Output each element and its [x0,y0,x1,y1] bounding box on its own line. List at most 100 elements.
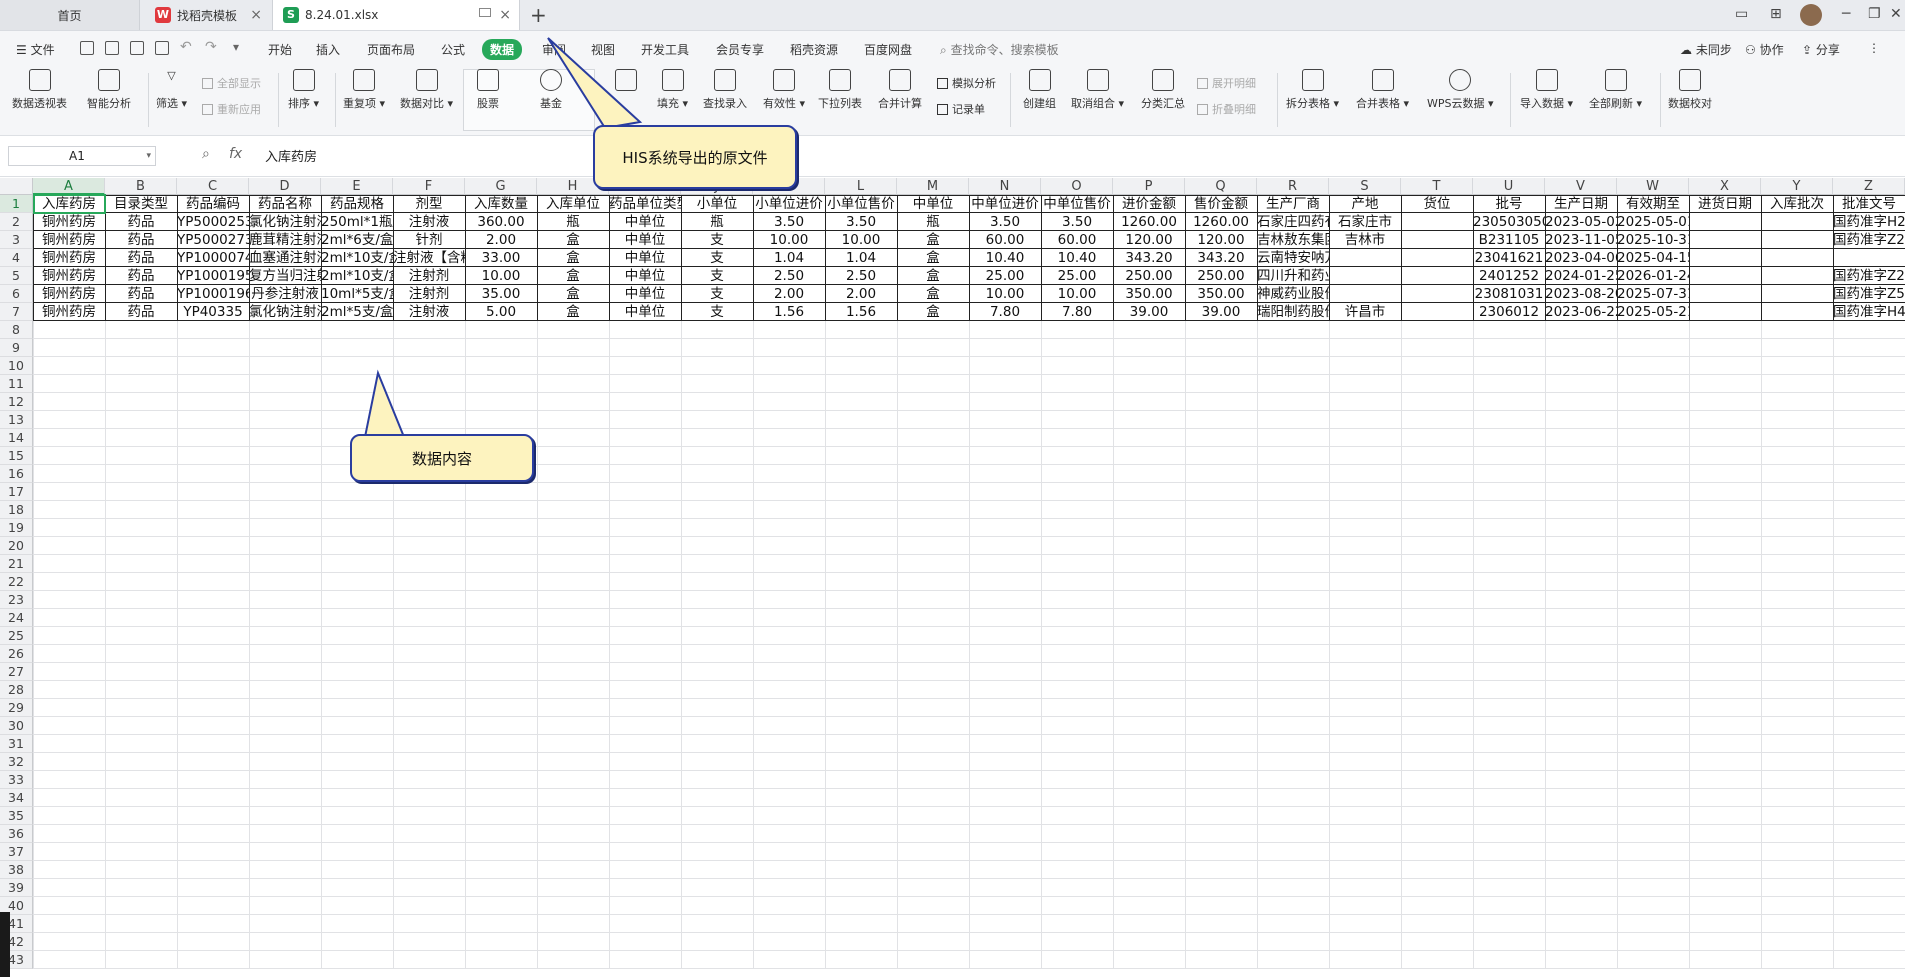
table-cell[interactable]: 2024-01-25 [1545,267,1617,285]
row-header-1[interactable]: 1 [0,195,33,213]
table-cell[interactable]: 2.50 [753,267,825,285]
name-box[interactable]: A1 [8,146,156,166]
row-header-12[interactable]: 12 [0,393,33,411]
table-cell[interactable]: 中单位 [609,267,681,285]
table-cell[interactable]: 四川升和药业股份有限公司 [1257,267,1329,285]
row-header-32[interactable]: 32 [0,753,33,771]
table-cell[interactable] [1689,303,1761,321]
table-header-cell[interactable]: 药品编码 [177,195,249,213]
wps-cloud-button[interactable]: WPS云数据 ▾ [1427,69,1494,111]
table-cell[interactable]: 瓶 [537,213,609,231]
split-table-button[interactable]: 拆分表格 ▾ [1286,69,1339,111]
table-cell[interactable]: 3.50 [753,213,825,231]
table-cell[interactable] [1329,285,1401,303]
minimize-icon[interactable]: ─ [1842,6,1850,22]
save-icon[interactable] [80,41,94,55]
table-cell[interactable]: 盒 [537,231,609,249]
row-header-33[interactable]: 33 [0,771,33,789]
table-cell[interactable] [1761,267,1833,285]
table-cell[interactable]: 10.00 [825,231,897,249]
table-cell[interactable]: 支 [681,303,753,321]
column-header-q[interactable]: Q [1185,178,1257,195]
row-header-31[interactable]: 31 [0,735,33,753]
row-header-5[interactable]: 5 [0,267,33,285]
row-header-26[interactable]: 26 [0,645,33,663]
column-header-n[interactable]: N [969,178,1041,195]
table-cell[interactable]: 7.80 [969,303,1041,321]
table-header-cell[interactable]: 目录类型 [105,195,177,213]
table-cell[interactable]: 343.20 [1113,249,1185,267]
table-header-cell[interactable]: 有效期至 [1617,195,1689,213]
table-cell[interactable]: 药品 [105,303,177,321]
table-cell[interactable]: 云南特安呐万荣药业有限公司 [1257,249,1329,267]
row-header-6[interactable]: 6 [0,285,33,303]
dropdown-list-button[interactable]: 下拉列表 [818,69,862,111]
table-cell[interactable]: 药品 [105,249,177,267]
export-icon[interactable] [105,41,119,55]
table-cell[interactable] [1761,231,1833,249]
menu-baidu[interactable]: 百度网盘 [864,41,912,58]
table-cell[interactable]: 瓶 [681,213,753,231]
row-header-36[interactable]: 36 [0,825,33,843]
duplicates-button[interactable]: 重复项 ▾ [343,69,385,111]
table-cell[interactable]: 23081031 [1473,285,1545,303]
table-header-cell[interactable]: 货位 [1401,195,1473,213]
table-cell[interactable]: 国药准字H4102 [1833,303,1905,321]
menu-review[interactable]: 审阅 [542,41,566,58]
row-header-10[interactable]: 10 [0,357,33,375]
table-cell[interactable]: 2023-04-06 [1545,249,1617,267]
grid-icon[interactable]: ⊞ [1770,6,1782,22]
table-cell[interactable]: 2026-01-24 [1617,267,1689,285]
table-cell[interactable]: 23041621 [1473,249,1545,267]
table-cell[interactable]: 1.04 [825,249,897,267]
column-header-d[interactable]: D [249,178,321,195]
column-header-e[interactable]: E [321,178,393,195]
table-cell[interactable]: 10.00 [465,267,537,285]
table-cell[interactable] [1761,213,1833,231]
create-group-button[interactable]: 创建组 [1023,69,1056,111]
table-cell[interactable]: 350.00 [1113,285,1185,303]
tab-home[interactable]: 首页 [0,0,140,30]
collab-button[interactable]: ⚇ 协作 [1745,41,1784,58]
menu-developer[interactable]: 开发工具 [641,41,689,58]
table-cell[interactable]: 盒 [897,267,969,285]
table-cell[interactable] [1761,249,1833,267]
table-cell[interactable]: 2023-08-20 [1545,285,1617,303]
table-cell[interactable]: 中单位 [609,303,681,321]
table-cell[interactable]: 25.00 [969,267,1041,285]
row-header-11[interactable]: 11 [0,375,33,393]
table-cell[interactable]: 25.00 [1041,267,1113,285]
tab-template[interactable]: W 找稻壳模板 × [145,0,270,30]
table-cell[interactable]: 2ml*5支/盒*60 [321,303,393,321]
table-cell[interactable]: 吉林市 [1329,231,1401,249]
row-header-14[interactable]: 14 [0,429,33,447]
column-header-w[interactable]: W [1617,178,1689,195]
merge-table-button[interactable]: 合并表格 ▾ [1356,69,1409,111]
reapply-button[interactable]: 重新应用 [202,101,261,117]
formula-input[interactable]: 入库药房 [265,146,317,165]
table-cell[interactable]: 注射液 [393,303,465,321]
avatar[interactable] [1800,4,1822,26]
table-cell[interactable]: 1260.00 [1185,213,1257,231]
table-cell[interactable]: 10.40 [969,249,1041,267]
table-header-cell[interactable]: 售价金额 [1185,195,1257,213]
row-header-16[interactable]: 16 [0,465,33,483]
table-cell[interactable]: 3.50 [825,213,897,231]
table-cell[interactable] [1689,285,1761,303]
table-cell[interactable]: 120.00 [1113,231,1185,249]
table-header-cell[interactable]: 药品名称 [249,195,321,213]
simulate-button[interactable]: 模拟分析 [937,75,996,91]
table-cell[interactable]: 39.00 [1113,303,1185,321]
table-cell[interactable]: 2023-05-02 [1545,213,1617,231]
table-header-cell[interactable]: 中单位售价 [1041,195,1113,213]
table-cell[interactable]: 铜州药房 [33,303,105,321]
column-header-f[interactable]: F [393,178,465,195]
row-header-21[interactable]: 21 [0,555,33,573]
table-cell[interactable]: 2.50 [825,267,897,285]
table-cell[interactable]: 铜州药房 [33,249,105,267]
table-cell[interactable] [1761,285,1833,303]
column-header-p[interactable]: P [1113,178,1185,195]
table-cell[interactable]: 国药准字Z20 [1833,267,1905,285]
table-cell[interactable]: 5.00 [465,303,537,321]
row-header-4[interactable]: 4 [0,249,33,267]
